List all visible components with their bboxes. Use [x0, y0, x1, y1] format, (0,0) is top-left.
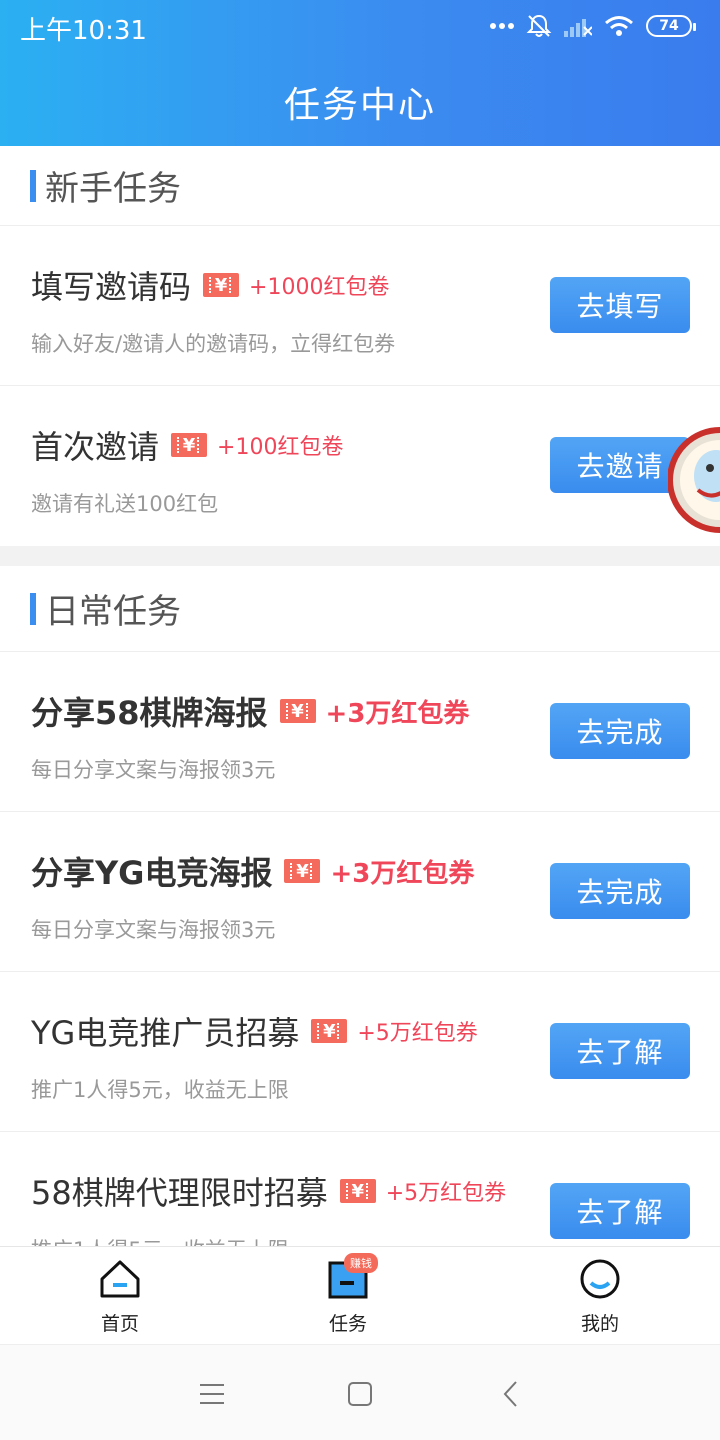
section-header-daily: 日常任务 — [0, 566, 720, 652]
status-bar: 上午10:31 74 — [0, 0, 720, 52]
task-reward: +5万红包券 — [385, 1181, 507, 1206]
task-name: 分享YG电竞海报 — [31, 854, 273, 892]
back-icon[interactable] — [496, 1379, 528, 1409]
learn-more-button[interactable]: 去了解 — [550, 1023, 690, 1079]
section-accent-bar — [30, 169, 36, 202]
task-desc: 邀请有礼送100红包 — [31, 492, 219, 516]
complete-button[interactable]: 去完成 — [550, 863, 690, 919]
home-square-icon[interactable] — [344, 1379, 376, 1409]
profile-icon — [580, 1259, 620, 1299]
bottom-tab-bar: 首页 赚钱 任务 我的 — [0, 1246, 720, 1344]
task-item: 填写邀请码 ¥ +1000红包卷 输入好友/邀请人的邀请码，立得红包券 去填写 — [0, 226, 720, 386]
system-nav-bar — [0, 1344, 720, 1440]
task-desc: 每日分享文案与海报领3元 — [31, 758, 276, 782]
section-divider — [0, 546, 720, 566]
tab-label: 我的 — [580, 1313, 619, 1335]
task-item: 首次邀请 ¥ +100红包卷 邀请有礼送100红包 去邀请 — [0, 386, 720, 546]
ticket-icon: ¥ — [284, 859, 321, 883]
task-reward: +5万红包券 — [357, 1021, 478, 1046]
header: 上午10:31 74 任务中心 — [0, 0, 720, 146]
earn-badge: 赚钱 — [344, 1253, 378, 1273]
task-name: 首次邀请 — [31, 428, 160, 466]
tab-label: 首页 — [100, 1313, 139, 1335]
more-dots-icon — [490, 23, 514, 29]
mute-bell-icon — [526, 14, 552, 37]
complete-button[interactable]: 去完成 — [550, 703, 690, 759]
tab-label: 任务 — [328, 1313, 367, 1335]
signal-icon — [564, 19, 592, 37]
task-reward: +1000红包卷 — [249, 275, 390, 300]
learn-more-button[interactable]: 去了解 — [550, 1183, 690, 1239]
status-time: 上午10:31 — [20, 16, 147, 46]
section-title: 新手任务 — [45, 169, 181, 209]
task-name: 分享58棋牌海报 — [31, 694, 268, 732]
ticket-icon: ¥ — [339, 1179, 376, 1203]
page-title: 任务中心 — [283, 85, 436, 126]
task-name: 填写邀请码 — [31, 268, 192, 306]
battery-indicator: 74 — [646, 15, 696, 37]
ticket-icon: ¥ — [311, 1019, 348, 1043]
task-item: 58棋牌代理限时招募 ¥ +5万红包券 推广1人得5元，收益无上限 去了解 — [0, 1132, 720, 1246]
home-icon — [100, 1260, 140, 1298]
ticket-icon: ¥ — [171, 433, 208, 457]
task-reward: +3万红包券 — [325, 698, 470, 729]
task-item: 分享58棋牌海报 ¥ +3万红包券 每日分享文案与海报领3元 去完成 — [0, 652, 720, 812]
task-desc: 推广1人得5元，收益无上限 — [31, 1078, 289, 1102]
tab-tasks[interactable]: 赚钱 任务 — [288, 1253, 408, 1341]
section-accent-bar — [30, 592, 36, 625]
menu-icon[interactable] — [196, 1379, 228, 1409]
ticket-icon: ¥ — [203, 273, 240, 297]
task-name: 58棋牌代理限时招募 — [31, 1174, 328, 1212]
ticket-icon: ¥ — [279, 699, 316, 723]
task-desc: 每日分享文案与海报领3元 — [31, 918, 276, 942]
section-header-newbie: 新手任务 — [0, 146, 720, 226]
task-reward: +100红包卷 — [217, 435, 344, 460]
task-name: YG电竞推广员招募 — [31, 1014, 300, 1052]
tab-home[interactable]: 首页 — [60, 1257, 180, 1341]
status-icons: 74 — [490, 12, 696, 40]
task-item: YG电竞推广员招募 ¥ +5万红包券 推广1人得5元，收益无上限 去了解 — [0, 972, 720, 1132]
section-title: 日常任务 — [45, 592, 181, 632]
task-item: 分享YG电竞海报 ¥ +3万红包券 每日分享文案与海报领3元 去完成 — [0, 812, 720, 972]
wifi-icon — [605, 16, 633, 36]
fill-code-button[interactable]: 去填写 — [550, 277, 690, 333]
task-list[interactable]: 新手任务 填写邀请码 ¥ +1000红包卷 输入好友/邀请人的邀请码，立得红包券… — [0, 146, 720, 1246]
task-desc: 推广1人得5元，收益无上限 — [31, 1234, 289, 1246]
task-reward: +3万红包券 — [330, 858, 475, 889]
tab-mine[interactable]: 我的 — [540, 1257, 660, 1341]
floating-mascot-icon[interactable] — [668, 424, 720, 536]
task-desc: 输入好友/邀请人的邀请码，立得红包券 — [31, 332, 396, 356]
